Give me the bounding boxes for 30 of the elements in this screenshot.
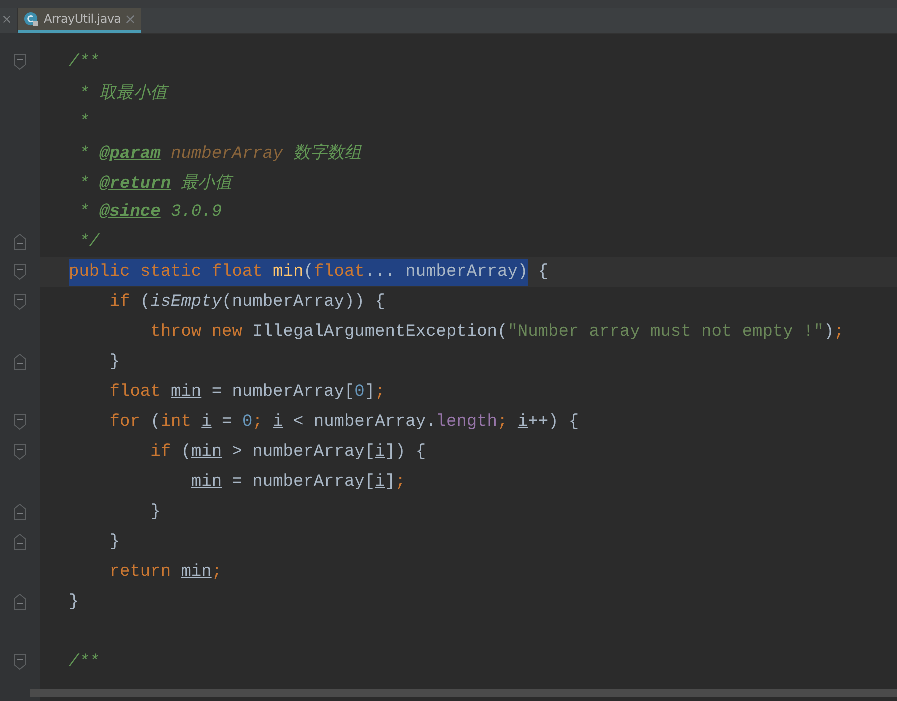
fold-icon[interactable] (14, 414, 26, 430)
code-line: /** (69, 652, 100, 672)
editor-tab[interactable]: ArrayUtil.java (18, 8, 142, 33)
fold-icon[interactable] (14, 54, 26, 70)
code-line: */ (78, 232, 100, 252)
close-icon[interactable] (3, 14, 11, 24)
code-line: * 取最小值 (78, 83, 168, 104)
code-line: * @since 3.0.9 (78, 202, 222, 222)
code-line: if (min > numberArray[i]) { (150, 442, 426, 462)
code-line: for (int i = 0; i < numberArray.length; i++) { (108, 412, 580, 432)
code-line: } (69, 592, 80, 612)
code-line: /** (69, 52, 100, 72)
fold-icon[interactable] (14, 264, 26, 280)
code-line: } (150, 502, 161, 522)
code-line: * (78, 112, 90, 132)
code-line: if (isEmpty(numberArray)) { (108, 292, 386, 312)
code-line: * @param numberArray 数字数组 (78, 142, 362, 164)
code-line: throw new IllegalArgumentException("Number array must not empty !"); (150, 322, 844, 342)
fold-icon[interactable] (14, 444, 26, 460)
code-line: return min; (108, 562, 222, 582)
code-line: } (108, 352, 120, 372)
fold-icon[interactable] (14, 294, 26, 310)
code-line: float min = numberArray[0]; (108, 382, 386, 402)
code-line: * @return 最小值 (78, 173, 232, 194)
code-line: } (108, 532, 120, 552)
horizontal-scrollbar[interactable] (30, 689, 897, 697)
close-icon[interactable] (126, 14, 136, 24)
code-line: min = numberArray[i]; (190, 472, 406, 492)
fold-icon[interactable] (14, 654, 26, 670)
class-file-icon (24, 12, 39, 26)
